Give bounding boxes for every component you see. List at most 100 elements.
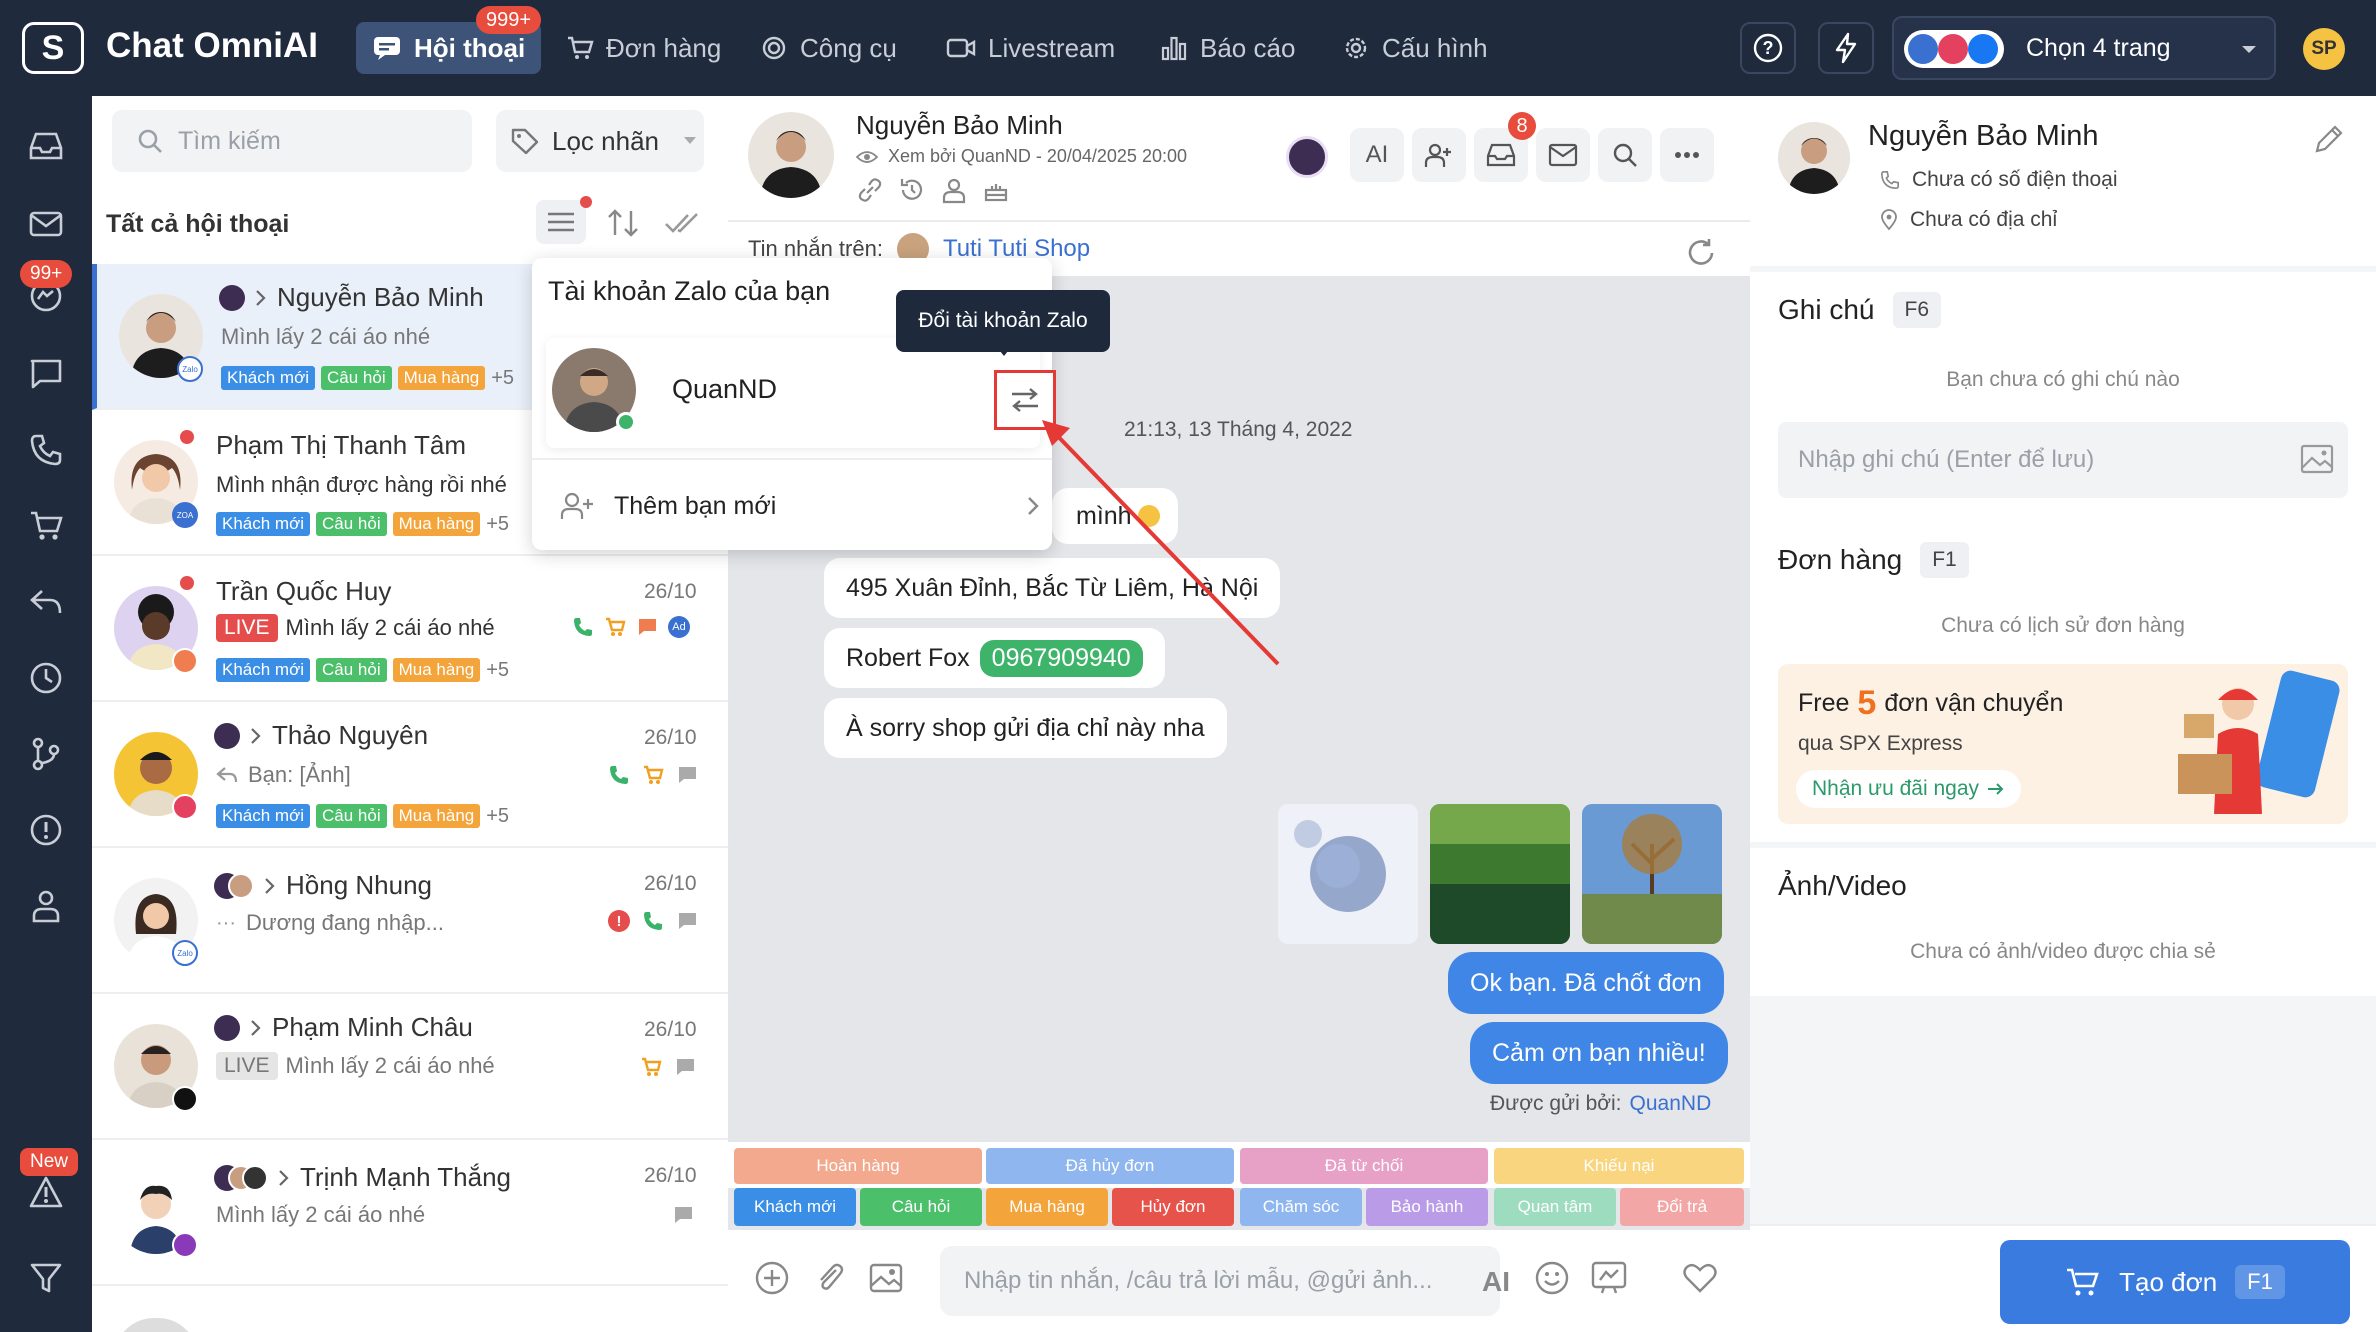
calls-rail-button[interactable] <box>24 428 68 472</box>
conversation-row[interactable]: Zalo Hồng Nhung 26/10 ··· Dương đang nhậ… <box>92 848 728 994</box>
tag: Khách mới <box>216 512 311 536</box>
eye-icon <box>856 150 878 163</box>
conversation-row[interactable]: Thảo Nguyên 26/10 Bạn: [Ảnh] Khách mới C… <box>92 702 728 848</box>
search-input[interactable]: Tìm kiếm <box>112 110 472 172</box>
status-tag-complaint[interactable]: Khiếu nại <box>1494 1148 1744 1184</box>
contact-avatar[interactable] <box>748 112 834 198</box>
reply-rail-button[interactable] <box>24 580 68 624</box>
plus-circle-icon[interactable] <box>754 1260 790 1296</box>
image-icon[interactable] <box>2300 444 2334 474</box>
annotation-arrow <box>1042 420 1280 666</box>
tag-icon <box>511 128 539 155</box>
mark-all-read-button[interactable] <box>664 210 702 236</box>
history-icon[interactable] <box>898 176 926 204</box>
ai-button[interactable]: AI <box>1350 128 1404 182</box>
status-tag-cancelled[interactable]: Đã hủy đơn <box>986 1148 1234 1184</box>
platform-icons <box>1904 30 2004 68</box>
user-avatar[interactable]: SP <box>2303 28 2345 70</box>
new-badge: New <box>20 1148 79 1176</box>
heart-icon[interactable] <box>1682 1262 1718 1294</box>
sent-by-user[interactable]: QuanND <box>1630 1092 1712 1116</box>
inbox-rail-button[interactable] <box>24 124 68 168</box>
refresh-button[interactable] <box>1684 236 1718 270</box>
message-image[interactable] <box>1430 804 1570 944</box>
phone-icon <box>30 434 62 466</box>
comments-rail-button[interactable] <box>24 352 68 396</box>
inbox-button[interactable]: 8 <box>1474 112 1536 182</box>
nav-reports[interactable]: Báo cáo <box>1144 22 1311 74</box>
image-icon[interactable] <box>868 1262 904 1294</box>
chevron-right-icon <box>251 1019 261 1036</box>
quick-tag-cancel[interactable]: Hủy đơn <box>1112 1188 1234 1226</box>
message-input[interactable]: Nhập tin nhắn, /câu trả lời mẫu, @gửi ản… <box>940 1246 1500 1316</box>
nav-livestream[interactable]: Livestream <box>930 22 1131 74</box>
app-logo[interactable]: S <box>22 22 84 74</box>
paperclip-icon[interactable] <box>812 1260 848 1296</box>
chevron-right-icon <box>279 1169 289 1186</box>
tag-list: Khách mới Câu hỏi Mua hàng +5 <box>221 366 514 390</box>
conversation-row[interactable]: Trần Quốc Huy 26/10 LIVE Mình lấy 2 cái … <box>92 556 728 702</box>
emoji-icon[interactable] <box>1534 1260 1570 1296</box>
page-selector[interactable]: Chọn 4 trang <box>1892 16 2276 80</box>
more-options-button[interactable] <box>1660 128 1714 182</box>
messenger-rail-button[interactable]: 99+ <box>20 260 73 318</box>
email-button[interactable] <box>1536 128 1590 182</box>
top-bar: S Chat OmniAI Hội thoại 999+ Đơn hàng Cô… <box>0 0 2376 96</box>
assignee-avatar[interactable] <box>1286 136 1328 178</box>
ai-assist-button[interactable]: AI <box>1482 1266 1510 1298</box>
search-chat-button[interactable] <box>1598 128 1652 182</box>
quick-tag-new-customer[interactable]: Khách mới <box>734 1188 856 1226</box>
label-filter-dropdown[interactable]: Lọc nhãn <box>496 110 704 172</box>
user-icon[interactable] <box>940 176 968 204</box>
cart-icon <box>644 765 664 784</box>
contacts-rail-button[interactable] <box>24 884 68 928</box>
mail-rail-button[interactable] <box>24 202 68 246</box>
sort-button[interactable] <box>606 208 640 238</box>
quick-tag-warranty[interactable]: Bảo hành <box>1366 1188 1488 1226</box>
chevron-down-icon <box>683 137 696 144</box>
create-order-button[interactable]: Tạo đơn F1 <box>2000 1240 2350 1324</box>
nav-tools[interactable]: Công cụ <box>744 22 913 74</box>
link-icon[interactable] <box>856 176 884 204</box>
nav-conversations[interactable]: Hội thoại 999+ <box>356 6 542 74</box>
message-image[interactable] <box>1278 804 1418 944</box>
edit-icon[interactable] <box>2312 122 2346 156</box>
cart-rail-button[interactable] <box>24 504 68 548</box>
alert-rail-button[interactable] <box>24 808 68 852</box>
note-input[interactable]: Nhập ghi chú (Enter để lưu) <box>1778 422 2348 498</box>
message-bubble-outgoing: Cảm ơn bạn nhiều! <box>1470 1022 1728 1084</box>
template-icon[interactable] <box>1590 1260 1628 1296</box>
conversation-preview: Mình nhận được hàng rồi nhé <box>216 472 507 497</box>
flow-rail-button[interactable] <box>24 732 68 776</box>
conversation-row[interactable]: Trịnh Mạnh Thắng 26/10 Mình lấy 2 cái áo… <box>92 1140 728 1286</box>
location-icon <box>1881 209 1897 231</box>
list-view-button[interactable] <box>536 196 592 244</box>
nav-label: Hội thoại <box>414 32 526 63</box>
promo-cta-button[interactable]: Nhận ưu đãi ngay <box>1796 770 2022 808</box>
tag-list: Khách mới Câu hỏi Mua hàng +5 <box>216 512 509 536</box>
message-image[interactable] <box>1582 804 1722 944</box>
page-select-label: Chọn 4 trang <box>2026 34 2171 62</box>
instagram-icon <box>1938 34 1968 64</box>
quick-tag-interest[interactable]: Quan tâm <box>1494 1188 1616 1226</box>
history-rail-button[interactable] <box>24 656 68 700</box>
cake-icon[interactable] <box>982 176 1010 204</box>
help-button[interactable]: ? <box>1740 22 1796 74</box>
warning-rail-button[interactable]: New <box>20 1148 79 1214</box>
promo-banner[interactable]: Free 5 đơn vận chuyển qua SPX Express Nh… <box>1778 664 2348 824</box>
filter-rail-button[interactable] <box>24 1256 68 1300</box>
phone-icon <box>644 912 662 930</box>
quick-tag-purchase[interactable]: Mua hàng <box>986 1188 1108 1226</box>
quick-tag-care[interactable]: Chăm sóc <box>1240 1188 1362 1226</box>
conversation-row[interactable]: Phạm Minh Châu 26/10 LIVE Mình lấy 2 cái… <box>92 994 728 1140</box>
status-tag-return[interactable]: Hoàn hàng <box>734 1148 982 1184</box>
quick-action-button[interactable] <box>1818 22 1874 74</box>
nav-orders[interactable]: Đơn hàng <box>550 22 737 74</box>
nav-settings[interactable]: Cấu hình <box>1326 22 1504 74</box>
add-friend-item[interactable]: Thêm bạn mới <box>560 476 1040 536</box>
add-user-button[interactable] <box>1412 128 1466 182</box>
sort-icon <box>608 209 638 237</box>
quick-tag-exchange[interactable]: Đổi trả <box>1620 1188 1744 1226</box>
quick-tag-question[interactable]: Câu hỏi <box>860 1188 982 1226</box>
status-tag-rejected[interactable]: Đã từ chối <box>1240 1148 1488 1184</box>
